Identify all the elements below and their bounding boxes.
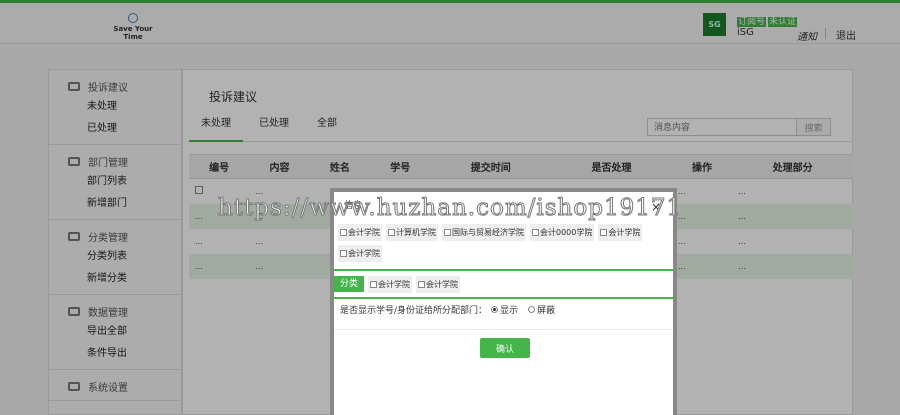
checkbox[interactable] (388, 229, 395, 236)
checkbox[interactable] (600, 229, 608, 236)
option-label: 国际与贸易经济学院 (452, 228, 524, 237)
show-id-row: 是否显示学号/身份证给所分配部门： 显示 屏蔽 (340, 303, 555, 316)
option-label: 会计学院 (608, 228, 641, 237)
checkbox[interactable] (532, 229, 539, 236)
option-label: 会计学院 (348, 249, 380, 258)
checkbox[interactable] (340, 250, 347, 257)
option-label: 会计学院 (426, 279, 459, 289)
category-option[interactable]: 会计学院 (368, 275, 413, 293)
divider (334, 329, 673, 330)
radio-show-label: 显示 (500, 306, 519, 316)
option-label: 会计学院 (348, 228, 380, 237)
department-option[interactable]: 会计0000学院 (530, 224, 595, 241)
department-option[interactable]: 会计学院 (338, 224, 382, 241)
department-options: 会计学院 计算机学院 国际与贸易经济学院 会计0000学院 会计学院 会计学院 (338, 224, 658, 266)
checkbox[interactable] (444, 229, 451, 236)
watermark: https://www.huzhan.com/ishop19171 (217, 195, 683, 222)
category-row: 分类 会计学院 会计学院 (334, 269, 673, 299)
department-option[interactable]: 国际与贸易经济学院 (442, 224, 526, 241)
checkbox[interactable] (418, 280, 426, 288)
checkbox[interactable] (340, 229, 347, 236)
department-option[interactable]: 计算机学院 (386, 224, 438, 241)
assign-dialog: 信息 × 会计学院 计算机学院 国际与贸易经济学院 会计0000学院 会计学院 会计学院 … (330, 188, 677, 415)
confirm-button[interactable]: 确认 (480, 338, 530, 358)
show-id-question: 是否显示学号/身份证给所分配部门： (340, 306, 488, 316)
option-label: 会计学院 (378, 279, 411, 289)
category-option[interactable]: 会计学院 (416, 275, 461, 293)
radio-show[interactable] (491, 306, 499, 313)
option-label: 计算机学院 (396, 228, 436, 237)
option-label: 会计0000学院 (540, 228, 593, 237)
radio-hide[interactable] (528, 306, 536, 313)
category-label: 分类 (334, 276, 365, 292)
department-option[interactable]: 会计学院 (338, 245, 382, 262)
checkbox[interactable] (370, 280, 378, 288)
radio-hide-label: 屏蔽 (537, 306, 556, 316)
department-option[interactable]: 会计学院 (598, 224, 643, 241)
